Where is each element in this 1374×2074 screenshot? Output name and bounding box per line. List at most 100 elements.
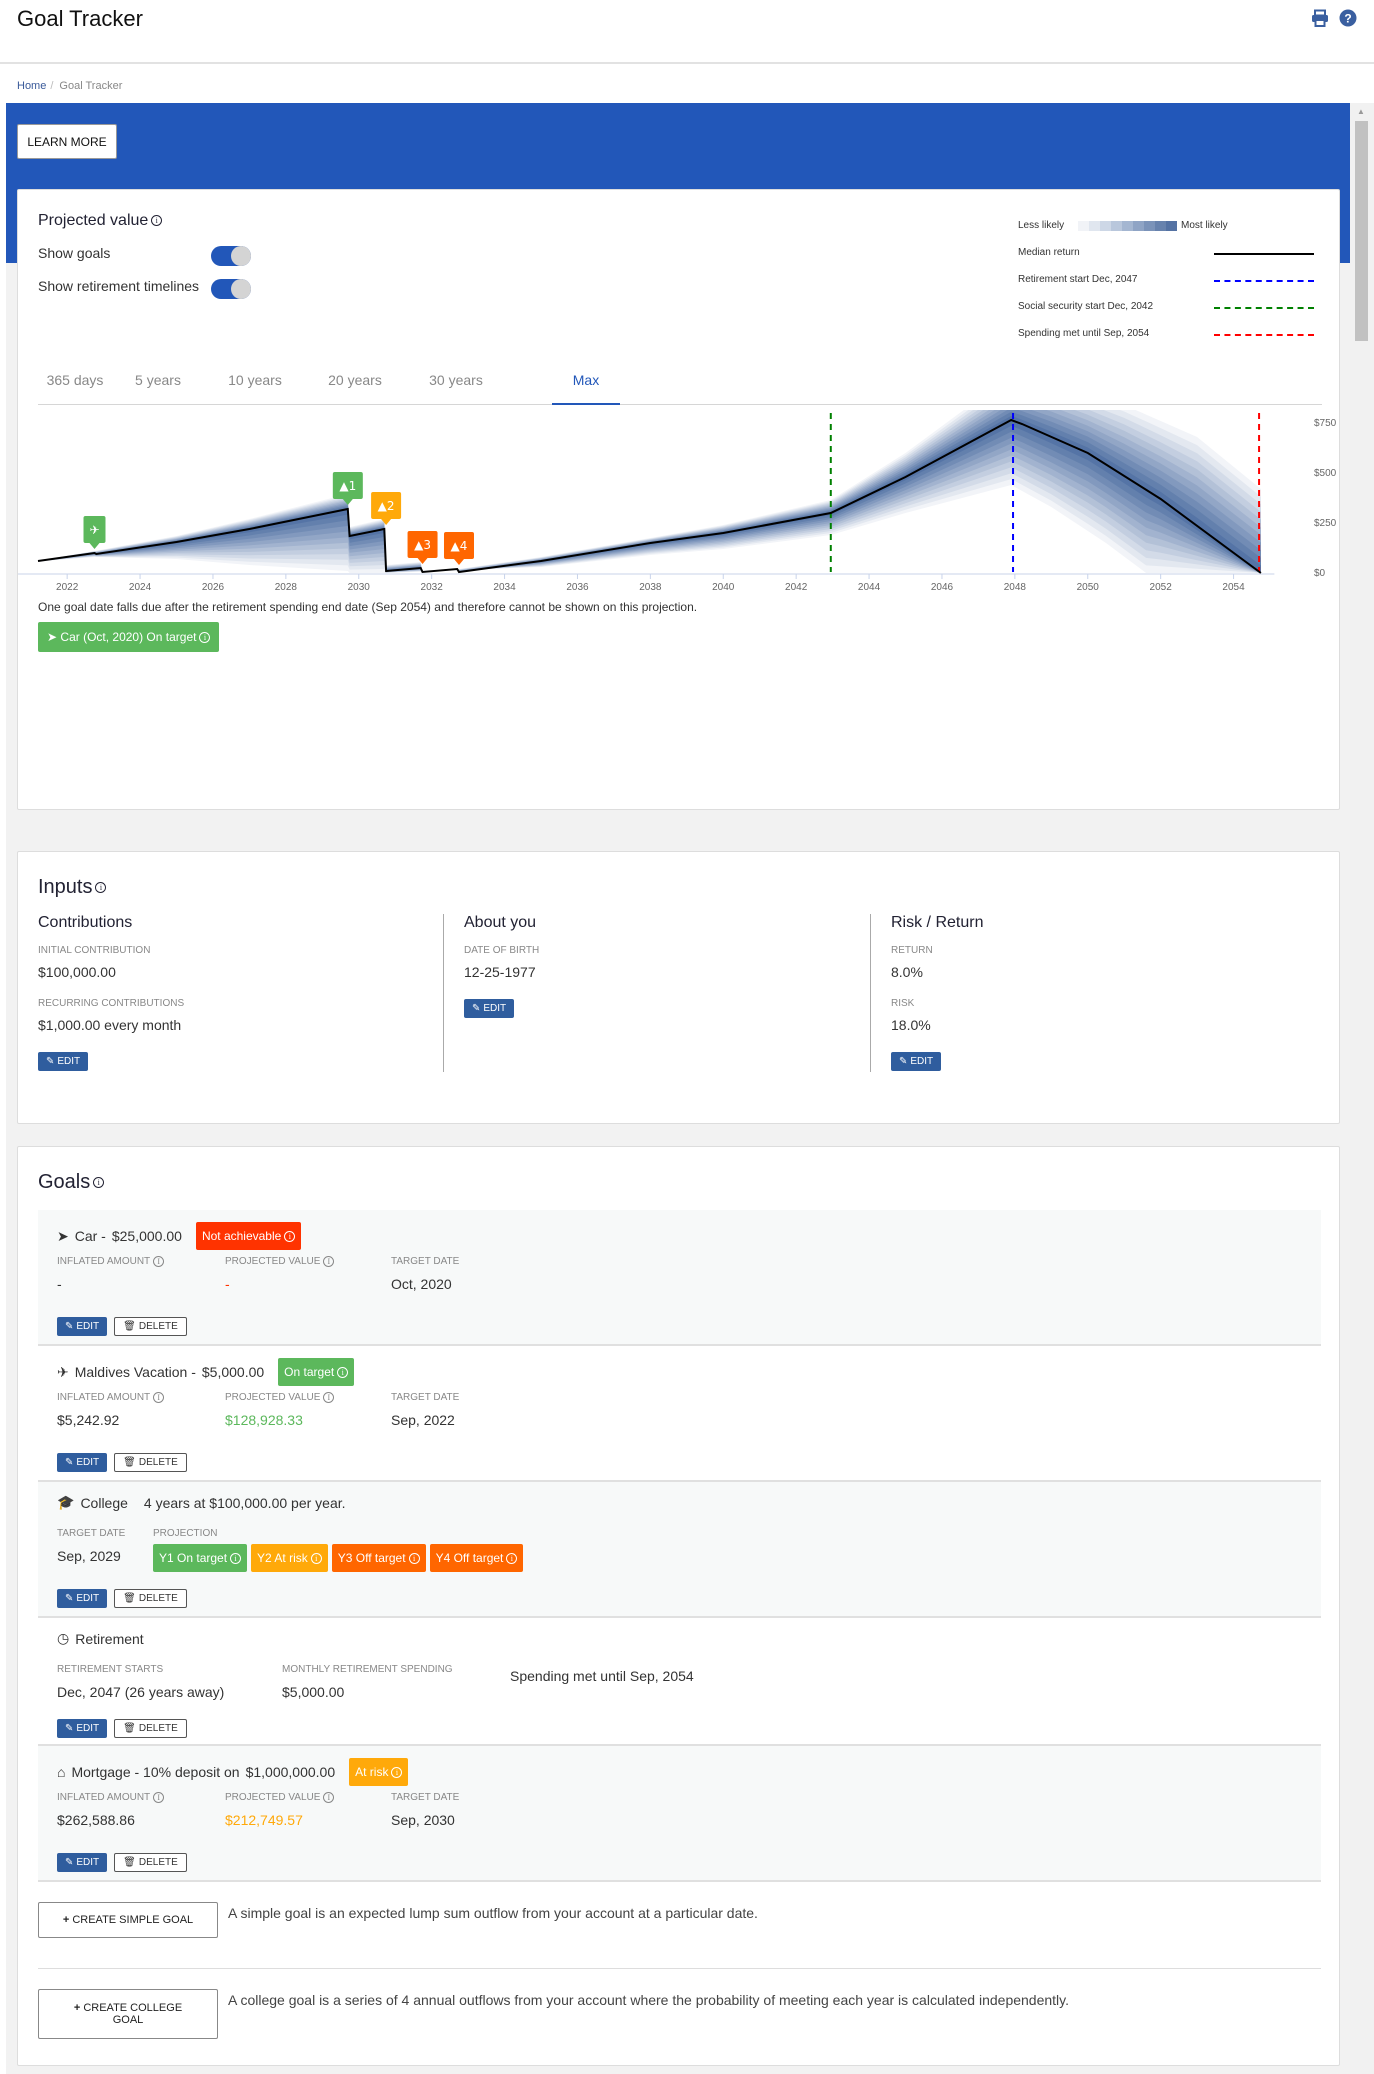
x-tick-label: 2052 [1150, 582, 1173, 593]
info-icon: i [230, 1553, 242, 1565]
info-icon[interactable]: i [153, 1392, 165, 1403]
pencil-icon: ✎ [65, 1457, 74, 1468]
delete-goal-button[interactable]: 🗑 DELETE [114, 1453, 187, 1472]
x-tick-label: 2044 [858, 582, 881, 593]
delete-goal-button[interactable]: 🗑 DELETE [114, 1853, 187, 1872]
x-tick-label: 2022 [56, 582, 79, 593]
breadcrumb-home[interactable]: Home [17, 80, 46, 92]
y-tick-label: $250 [1314, 518, 1337, 529]
tab-30-years[interactable]: 30 years [422, 370, 490, 405]
y-tick-label: $750 [1314, 418, 1337, 429]
delete-goal-button[interactable]: 🗑 DELETE [114, 1589, 187, 1608]
tab-365-days[interactable]: 365 days [38, 370, 112, 405]
pencil-icon: ✎ [65, 1857, 74, 1868]
year-1-status-badge[interactable]: Y1 On target i [153, 1544, 248, 1572]
risk-value: 18.0% [891, 1017, 931, 1033]
inflated-amount-value: - [57, 1276, 62, 1293]
x-tick-label: 2032 [421, 582, 444, 593]
info-icon[interactable]: i [153, 1792, 165, 1803]
info-icon[interactable]: i [95, 882, 107, 894]
edit-goal-button[interactable]: ✎ EDIT [57, 1317, 108, 1336]
projected-value: - [225, 1276, 230, 1293]
print-icon[interactable] [1310, 8, 1330, 28]
status-badge[interactable]: Not achievable i [195, 1222, 302, 1250]
goal-college: 🎓 College 4 years at $100,000.00 per yea… [38, 1482, 1321, 1618]
scroll-thumb[interactable] [1355, 121, 1368, 341]
projection-title: Projected value i [38, 212, 163, 230]
graduation-cap-icon: 🎓 [57, 1494, 75, 1510]
projection-card: Projected value i Show goals Show retirem… [17, 189, 1340, 810]
goal-maldives-vacation: ✈ Maldives Vacation - $5,000.00 On targe… [38, 1346, 1321, 1482]
delete-goal-button[interactable]: 🗑 DELETE [114, 1317, 187, 1336]
x-tick-label: 2030 [348, 582, 371, 593]
graduation-cap-icon: ▲1 [339, 479, 356, 493]
goal-marker: ▲3 [407, 531, 438, 564]
recurring-contribution-value: $1,000.00 every month [38, 1017, 182, 1033]
plus-icon: + [73, 2002, 84, 2014]
show-retirement-timelines-toggle[interactable] [211, 279, 251, 299]
status-badge[interactable]: At risk i [349, 1758, 409, 1786]
page-header: Goal Tracker ? [0, 0, 1374, 64]
about-you-column: About you DATE OF BIRTH 12-25-1977 ✎ EDIT [464, 914, 864, 1018]
info-icon[interactable]: i [153, 1256, 165, 1267]
home-icon: ⌂ [57, 1764, 66, 1780]
tab-10-years[interactable]: 10 years [222, 370, 288, 405]
goal-marker: ✈ [83, 516, 106, 549]
info-icon[interactable]: i [323, 1256, 335, 1267]
x-tick-label: 2028 [275, 582, 298, 593]
breadcrumb-current: Goal Tracker [59, 80, 123, 92]
edit-contributions-button[interactable]: ✎ EDIT [38, 1052, 89, 1071]
edit-goal-button[interactable]: ✎ EDIT [57, 1589, 108, 1608]
goal-car: ➤ Car - $25,000.00 Not achievable i INFLA… [38, 1210, 1321, 1346]
status-badge[interactable]: On target i [278, 1358, 355, 1386]
trash-icon: 🗑 [123, 1593, 136, 1604]
scroll-up-icon[interactable]: ▲ [1357, 107, 1365, 116]
info-icon[interactable]: i [323, 1792, 335, 1803]
retirement-start-value: Dec, 2047 (26 years away) [57, 1684, 225, 1700]
info-icon[interactable]: i [151, 215, 163, 227]
rocket-icon: ➤ [47, 630, 58, 644]
trash-icon: 🗑 [123, 1457, 136, 1468]
page-title: Goal Tracker [17, 6, 143, 31]
year-4-status-badge[interactable]: Y4 Off target i [429, 1544, 524, 1572]
median-line-swatch [1214, 253, 1314, 255]
x-tick-label: 2026 [202, 582, 225, 593]
inputs-title: Inputs i [38, 876, 107, 899]
edit-about-you-button[interactable]: ✎ EDIT [464, 999, 515, 1018]
goal-marker: ▲4 [443, 532, 474, 565]
x-tick-label: 2050 [1077, 582, 1100, 593]
main-content: LEARN MORE Projected value i Show goals S… [6, 103, 1350, 2074]
info-icon: i [337, 1367, 349, 1379]
tab-5-years[interactable]: 5 years [128, 370, 188, 405]
goals-card: Goals i ➤ Car - $25,000.00 Not achievable… [17, 1146, 1340, 2066]
edit-risk-return-button[interactable]: ✎ EDIT [891, 1052, 942, 1071]
x-tick-label: 2036 [566, 582, 589, 593]
trash-icon: 🗑 [123, 1857, 136, 1868]
learn-more-button[interactable]: LEARN MORE [17, 124, 117, 159]
year-2-status-badge[interactable]: Y2 At risk i [251, 1544, 328, 1572]
x-tick-label: 2040 [712, 582, 735, 593]
help-icon[interactable]: ? [1338, 8, 1358, 28]
create-college-goal-button[interactable]: + CREATE COLLEGE GOAL [38, 1989, 218, 2039]
info-icon[interactable]: i [323, 1392, 335, 1403]
year-3-status-badge[interactable]: Y3 Off target i [331, 1544, 426, 1572]
info-icon[interactable]: i [93, 1177, 105, 1189]
scrollbar[interactable]: ▲ [1350, 103, 1374, 2074]
projection-chart: ✈▲1▲2▲3▲4 $0$250$500$750$1m$1m 202220242… [18, 410, 1337, 593]
edit-goal-button[interactable]: ✎ EDIT [57, 1453, 108, 1472]
social-security-line-swatch [1214, 307, 1314, 309]
edit-goal-button[interactable]: ✎ EDIT [57, 1719, 108, 1738]
y-tick-label: $0 [1314, 568, 1326, 579]
tab-max[interactable]: Max [552, 370, 620, 405]
tab-20-years[interactable]: 20 years [322, 370, 388, 405]
show-goals-toggle[interactable] [211, 246, 251, 266]
legend-retirement: Retirement start Dec, 2047 [1018, 274, 1318, 288]
spending-met-note: Spending met until Sep, 2054 [510, 1668, 694, 1684]
offchart-goal-chip[interactable]: ➤ Car (Oct, 2020) On target i [38, 622, 220, 652]
pencil-icon: ✎ [65, 1321, 74, 1332]
create-simple-goal-button[interactable]: + CREATE SIMPLE GOAL [38, 1902, 218, 1938]
delete-goal-button[interactable]: 🗑 DELETE [114, 1719, 187, 1738]
edit-goal-button[interactable]: ✎ EDIT [57, 1853, 108, 1872]
chart-note: One goal date falls due after the retire… [38, 600, 698, 614]
x-tick-label: 2048 [1004, 582, 1027, 593]
